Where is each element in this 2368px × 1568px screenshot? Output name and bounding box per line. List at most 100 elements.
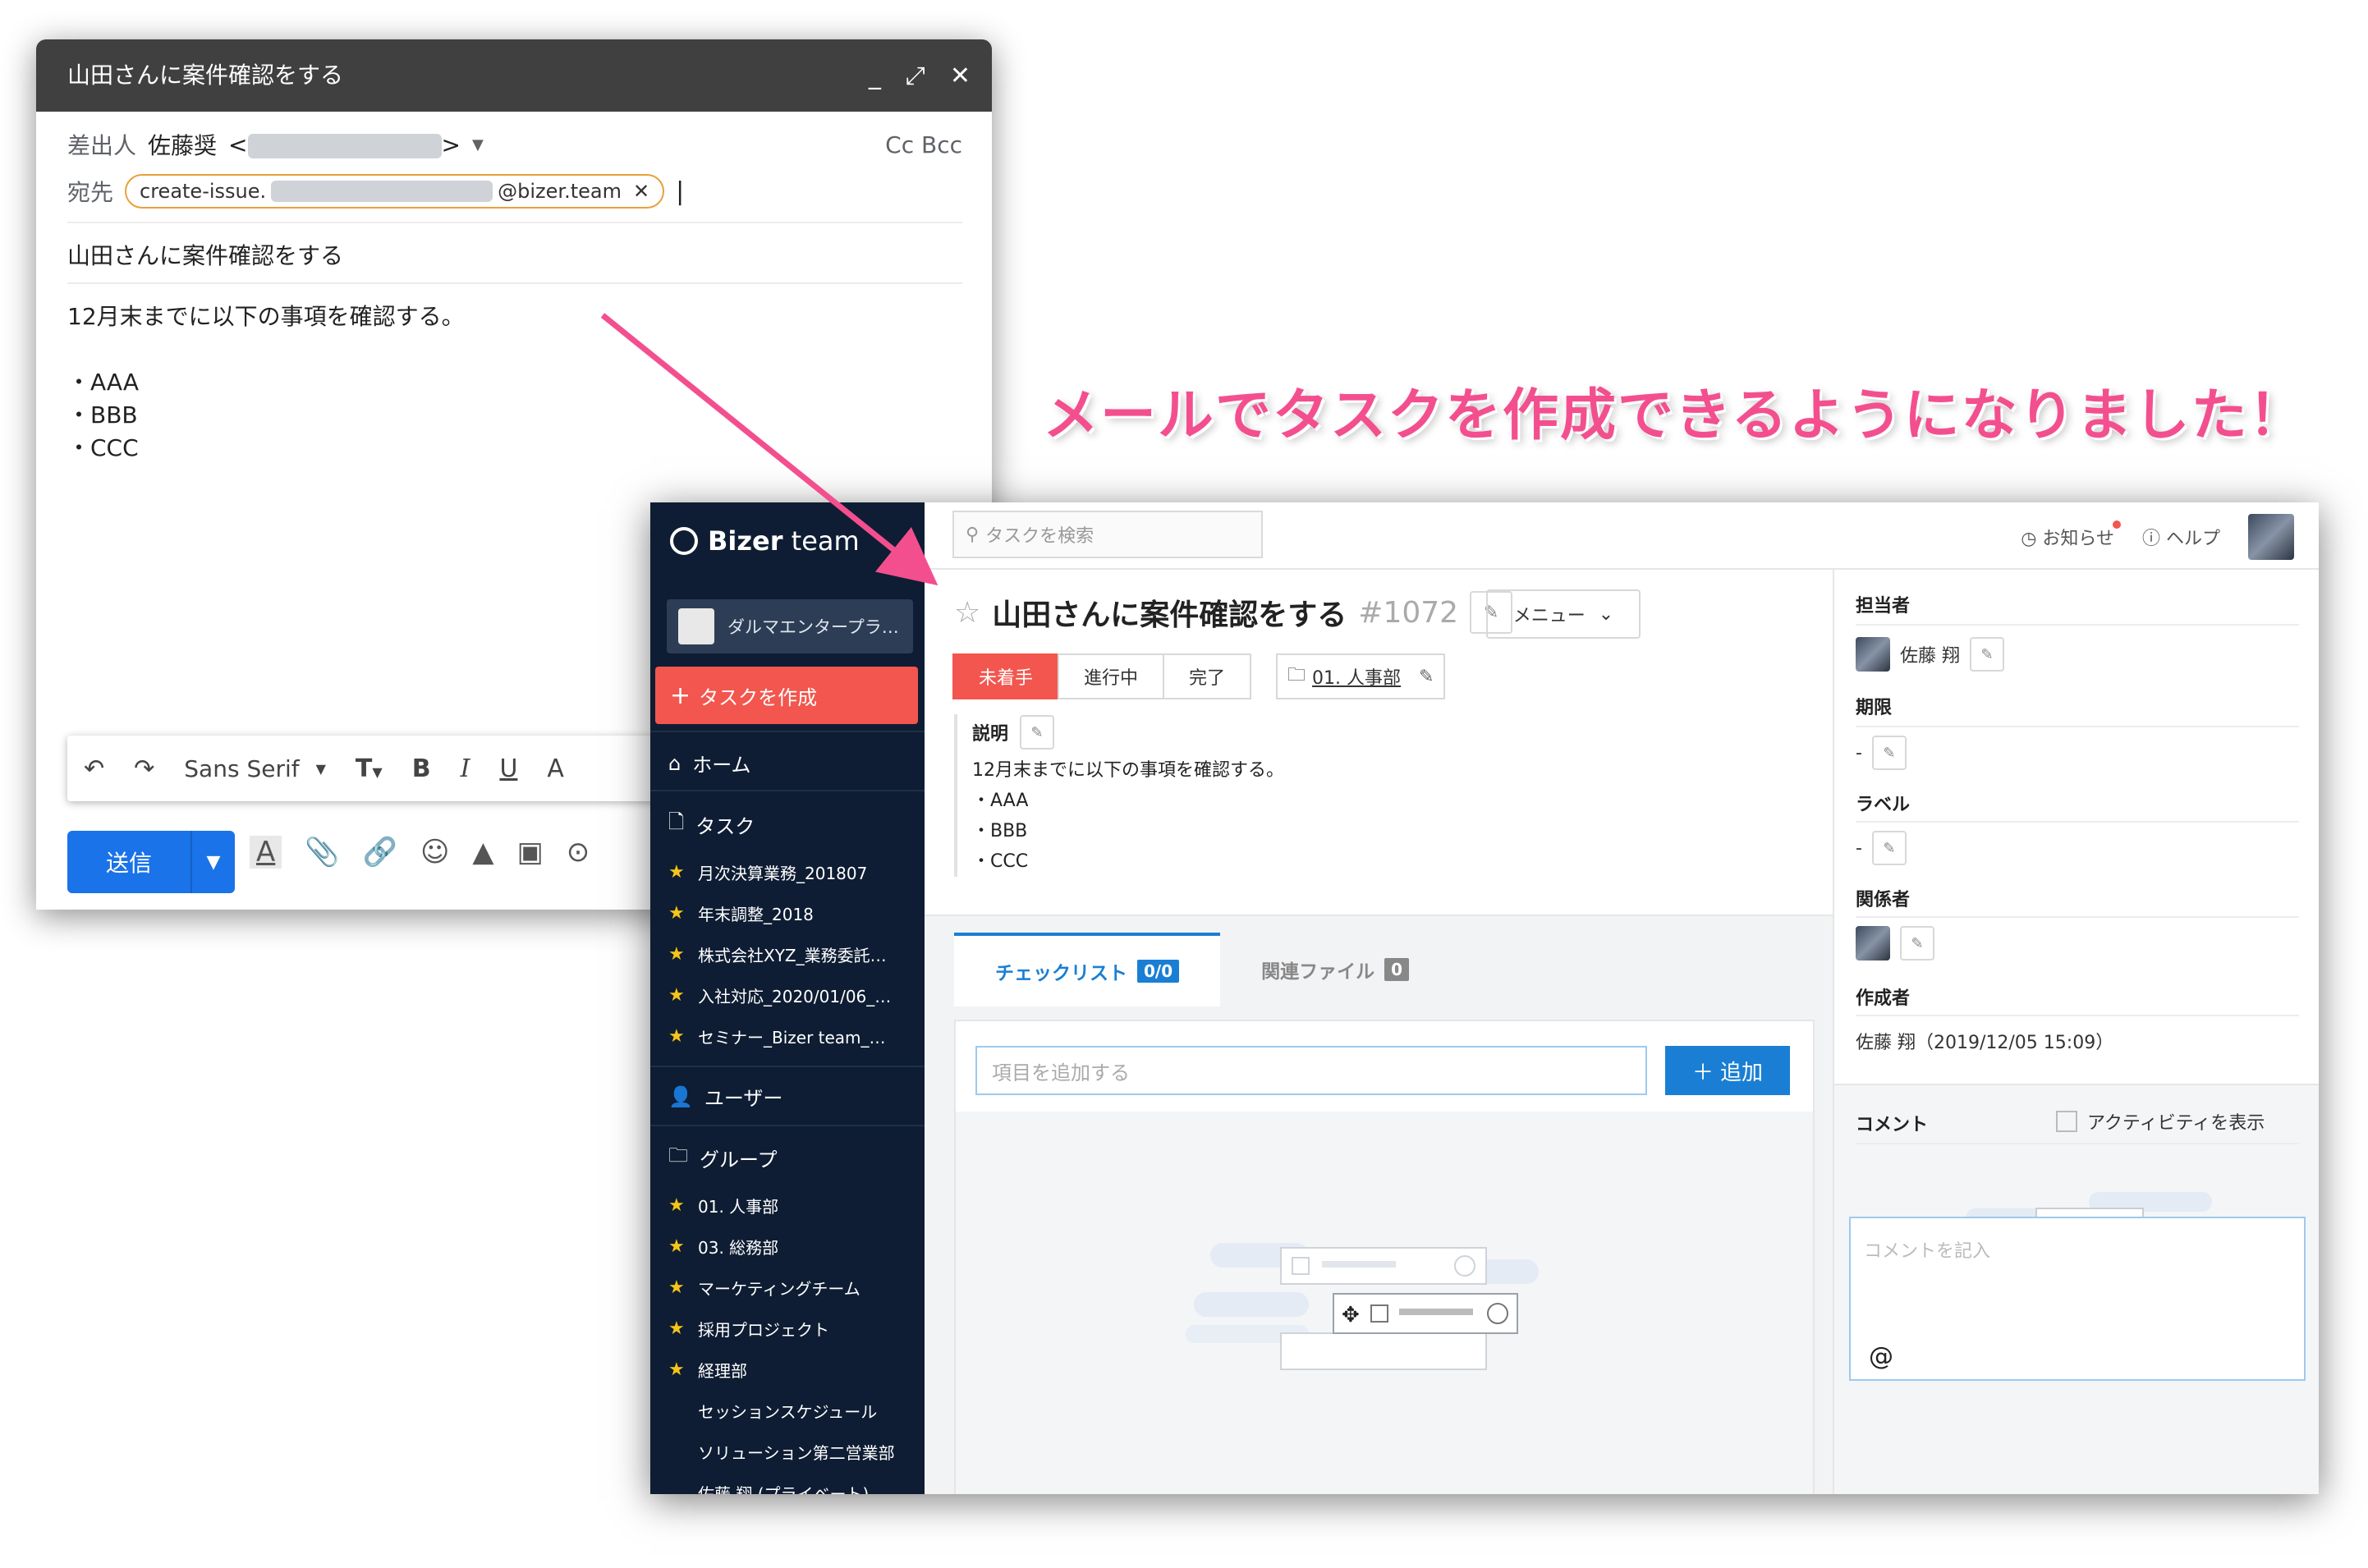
logo-text-light: team bbox=[782, 525, 860, 557]
sidebar-task-item[interactable]: ★ 月次決算業務_201807 bbox=[668, 860, 867, 884]
search-input[interactable]: ⚲ タスクを検索 bbox=[952, 511, 1263, 558]
main-content: ⚲ タスクを検索 ◷ お知らせ ⓘ ヘルプ ☆ 山田さんに案件確認をする #10… bbox=[925, 502, 2319, 1494]
menu-button[interactable]: メニュー ⌄ bbox=[1486, 589, 1641, 639]
divider bbox=[1856, 1143, 2299, 1144]
subject-field[interactable]: 山田さんに案件確認をする bbox=[67, 238, 962, 271]
sidebar-group-item[interactable]: ★ 経理部 bbox=[668, 1358, 747, 1382]
checklist-area: チェックリスト 0/0 関連ファイル 0 項目を追加する ＋ 追加 ✥ bbox=[925, 915, 1833, 1494]
text-color-icon[interactable]: A bbox=[547, 754, 564, 783]
bold-icon[interactable]: B bbox=[412, 754, 431, 783]
add-item-input[interactable]: 項目を追加する bbox=[975, 1046, 1647, 1095]
font-select[interactable]: Sans Serif ▼ bbox=[184, 755, 326, 782]
sidebar-group-item[interactable]: ★ マーケティングチーム bbox=[668, 1276, 860, 1300]
divider bbox=[1856, 821, 2299, 823]
header-actions: ◷ お知らせ ⓘ ヘルプ bbox=[2021, 514, 2294, 560]
status-done[interactable]: 完了 bbox=[1163, 653, 1252, 699]
task-number: #1072 bbox=[1358, 595, 1459, 630]
text-size-icon[interactable]: T▼ bbox=[356, 754, 383, 783]
create-task-button[interactable]: + タスクを作成 bbox=[655, 667, 918, 724]
tab-files[interactable]: 関連ファイル 0 bbox=[1220, 933, 1450, 1006]
activity-toggle[interactable]: アクティビティを表示 bbox=[2056, 1108, 2265, 1135]
sidebar-group-item[interactable]: ★ 03. 総務部 bbox=[668, 1235, 778, 1259]
star-icon: ★ bbox=[668, 903, 685, 924]
body-line: ・BBB bbox=[67, 401, 138, 429]
fullscreen-icon[interactable]: ⤢ bbox=[906, 62, 925, 90]
sidebar-item-users[interactable]: 👤 ユーザー bbox=[668, 1082, 782, 1111]
svg-text:✥: ✥ bbox=[1342, 1303, 1360, 1327]
close-icon[interactable]: ✕ bbox=[950, 62, 971, 90]
underline-icon[interactable]: U bbox=[499, 754, 517, 783]
sidebar-item-label: タスク bbox=[695, 815, 755, 838]
status-in-progress[interactable]: 進行中 bbox=[1058, 653, 1165, 699]
divider bbox=[1856, 726, 2299, 727]
help-link[interactable]: ⓘ ヘルプ bbox=[2142, 524, 2220, 550]
italic-icon[interactable]: I bbox=[461, 754, 470, 783]
activity-checkbox[interactable] bbox=[2056, 1111, 2077, 1132]
cc-bcc-link[interactable]: Cc Bcc bbox=[885, 131, 962, 158]
sidebar-group-item[interactable]: 佐藤 翔 (プライベート) bbox=[668, 1481, 869, 1494]
link-icon[interactable]: 🔗 bbox=[363, 836, 397, 869]
to-input-caret[interactable]: | bbox=[676, 177, 684, 206]
sidebar-task-item[interactable]: ★ セミナー_Bizer team_… bbox=[668, 1025, 886, 1048]
photo-icon[interactable]: ▣ bbox=[517, 836, 544, 869]
edit-deadline-button[interactable]: ✎ bbox=[1871, 736, 1907, 770]
chevron-down-icon: ⌄ bbox=[1598, 603, 1614, 625]
comment-input[interactable]: コメントを記入 @ bbox=[1849, 1217, 2306, 1381]
attach-icon[interactable]: 📎 bbox=[305, 836, 339, 869]
divider bbox=[67, 222, 962, 223]
mention-icon[interactable]: @ bbox=[1869, 1342, 1893, 1371]
sidebar-group-item[interactable]: セッションスケジュール bbox=[668, 1399, 877, 1423]
send-label: 送信 bbox=[105, 850, 152, 877]
sidebar-item-label: 経理部 bbox=[698, 1361, 747, 1381]
star-icon: ★ bbox=[668, 1359, 685, 1380]
remove-recipient-icon[interactable]: ✕ bbox=[633, 180, 649, 203]
star-outline-icon[interactable]: ☆ bbox=[954, 596, 980, 630]
body-line: 12月末までに以下の事項を確認する。 bbox=[67, 303, 465, 330]
redo-icon[interactable]: ↷ bbox=[134, 754, 154, 783]
labels-label: ラベル bbox=[1856, 795, 1911, 815]
sidebar-task-item[interactable]: ★ 入社対応_2020/01/06_… bbox=[668, 983, 891, 1007]
sidebar-task-item[interactable]: ★ 株式会社XYZ_業務委託… bbox=[668, 942, 887, 966]
sidebar-group-item[interactable]: ★ 01. 人事部 bbox=[668, 1194, 778, 1217]
divider bbox=[1856, 916, 2299, 918]
sidebar: Bizer team ダルマエンタープラ… + タスクを作成 ⌂ ホーム 🗋 タ… bbox=[650, 502, 925, 1494]
sidebar-item-label: 年末調整_2018 bbox=[698, 905, 814, 924]
send-button[interactable]: 送信 ▼ bbox=[67, 831, 235, 893]
clock-icon: ◷ bbox=[2021, 529, 2037, 549]
chevron-down-icon[interactable]: ▼ bbox=[472, 136, 484, 154]
confidential-icon[interactable]: ⊙ bbox=[567, 836, 590, 869]
emoji-icon[interactable]: ☺ bbox=[420, 836, 449, 869]
edit-description-button[interactable]: ✎ bbox=[1020, 715, 1055, 750]
body-line bbox=[67, 333, 962, 366]
send-options-icon[interactable]: ▼ bbox=[192, 852, 235, 873]
compose-body[interactable]: 12月末までに以下の事項を確認する。 ・AAA ・BBB ・CCC bbox=[67, 300, 962, 465]
sidebar-group-item[interactable]: ソリューション第二営業部 bbox=[668, 1440, 895, 1464]
pencil-icon[interactable]: ✎ bbox=[1419, 667, 1434, 687]
org-switcher[interactable]: ダルマエンタープラ… bbox=[667, 599, 913, 653]
tab-checklist[interactable]: チェックリスト 0/0 bbox=[954, 933, 1221, 1006]
add-item-button[interactable]: ＋ 追加 bbox=[1665, 1046, 1790, 1095]
pencil-icon: ✎ bbox=[1030, 723, 1044, 741]
sidebar-group-item[interactable]: ★ 採用プロジェクト bbox=[668, 1317, 829, 1341]
sidebar-task-item[interactable]: ★ 年末調整_2018 bbox=[668, 901, 814, 925]
description-line: ・CCC bbox=[972, 851, 1029, 872]
edit-labels-button[interactable]: ✎ bbox=[1871, 831, 1907, 865]
format-text-icon[interactable]: A bbox=[250, 836, 282, 869]
group-tag[interactable]: 🗀 01. 人事部 ✎ bbox=[1276, 653, 1446, 699]
drive-icon[interactable]: ▲ bbox=[472, 836, 493, 869]
minimize-icon[interactable]: _ bbox=[869, 62, 881, 90]
sidebar-item-label: 01. 人事部 bbox=[698, 1197, 779, 1217]
edit-assignee-button[interactable]: ✎ bbox=[1970, 637, 2004, 672]
status-not-started[interactable]: 未着手 bbox=[952, 653, 1060, 699]
edit-related-button[interactable]: ✎ bbox=[1900, 926, 1934, 961]
folder-icon: 🗀 bbox=[1287, 665, 1306, 685]
sidebar-item-groups[interactable]: 🗀 グループ bbox=[668, 1141, 778, 1175]
user-avatar[interactable] bbox=[2248, 514, 2294, 560]
undo-icon[interactable]: ↶ bbox=[84, 754, 104, 783]
recipient-chip[interactable]: create-issue. @bizer.team ✕ bbox=[125, 174, 665, 209]
search-placeholder: タスクを検索 bbox=[985, 526, 1095, 547]
empty-checklist-illustration: ✥ bbox=[956, 1112, 1813, 1494]
sidebar-item-home[interactable]: ⌂ ホーム bbox=[668, 749, 751, 777]
sidebar-item-tasks[interactable]: 🗋 タスク bbox=[668, 808, 755, 841]
notifications-link[interactable]: ◷ お知らせ bbox=[2021, 520, 2121, 550]
